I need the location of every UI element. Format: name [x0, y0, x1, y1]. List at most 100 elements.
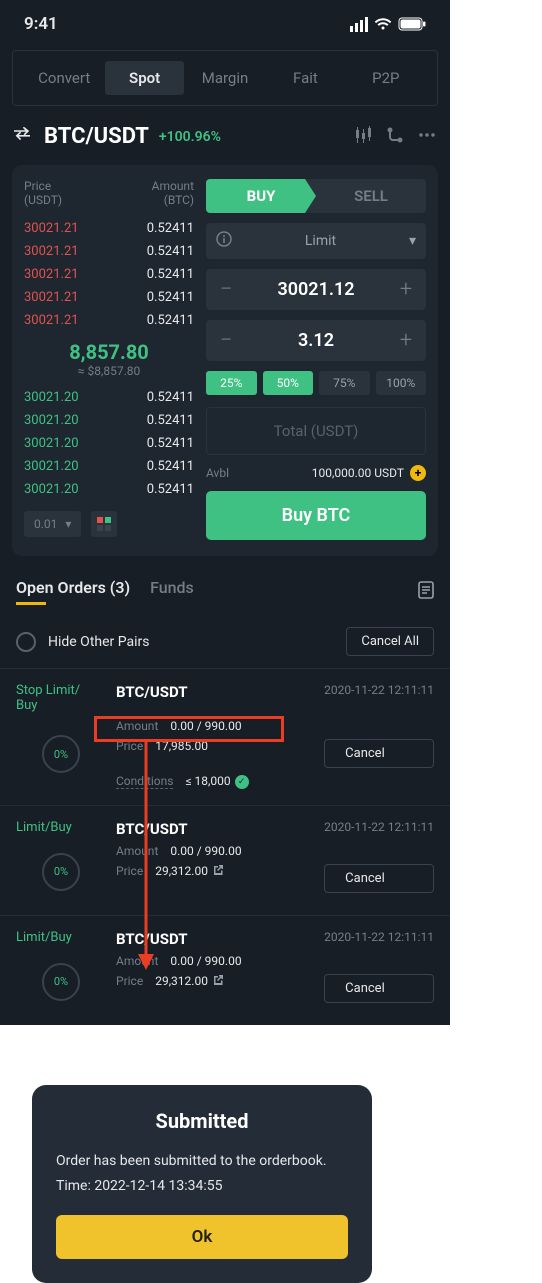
orderbook-row[interactable]: 30021.200.52411 — [24, 386, 194, 409]
order-field-label: Price — [116, 974, 143, 1003]
route-icon[interactable] — [386, 126, 404, 148]
amount-input[interactable]: − 3.12 + — [206, 320, 426, 361]
orderbook-row[interactable]: 30021.210.52411 — [24, 309, 194, 332]
trade-panel: Price (USDT) Amount (BTC) 30021.210.5241… — [12, 165, 438, 556]
order-progress: 0% — [42, 963, 80, 1001]
orderbook-row[interactable]: 30021.210.52411 — [24, 240, 194, 263]
modal-body: Order has been submitted to the orderboo… — [56, 1151, 348, 1172]
external-icon[interactable] — [212, 975, 224, 989]
mid-price-fiat: ≈ $8,857.80 — [24, 364, 194, 378]
pct-75[interactable]: 75% — [319, 371, 370, 395]
ob-amount: 0.52411 — [147, 459, 194, 474]
swap-icon[interactable] — [14, 127, 34, 147]
orderbook-row[interactable]: 30021.210.52411 — [24, 217, 194, 240]
mid-price: 8,857.80 ≈ $8,857.80 — [24, 340, 194, 378]
pct-100[interactable]: 100% — [376, 371, 427, 395]
mid-price-value: 8,857.80 — [24, 340, 194, 364]
pair-header: BTC/USDT +100.96% — [0, 114, 450, 159]
tab-convert[interactable]: Convert — [25, 61, 103, 95]
tab-fait[interactable]: Fait — [266, 61, 344, 95]
order-pair: BTC/USDT — [116, 930, 314, 948]
ob-price: 30021.21 — [24, 244, 79, 259]
price-input[interactable]: − 30021.12 + — [206, 269, 426, 310]
hide-pairs-radio[interactable] — [16, 632, 36, 652]
tick-size-value: 0.01 — [34, 517, 57, 531]
order-progress: 0% — [42, 735, 80, 773]
phone-frame: 9:41 ConvertSpotMarginFaitP2P BTC/USDT +… — [0, 0, 450, 1025]
orderbook: Price (USDT) Amount (BTC) 30021.210.5241… — [24, 179, 194, 540]
add-funds-icon[interactable]: + — [410, 465, 426, 481]
order-field: Conditions ≤ 18,000✓ — [116, 774, 314, 789]
total-input[interactable]: Total (USDT) — [206, 407, 426, 455]
plus-button[interactable]: + — [396, 277, 416, 302]
orderbook-row[interactable]: 30021.210.52411 — [24, 286, 194, 309]
order-type-select[interactable]: Limit ▾ — [206, 223, 426, 259]
orderbook-row[interactable]: 30021.20 0.52411 — [24, 455, 194, 478]
ob-amount: 0.52411 — [147, 267, 194, 282]
order-field-label: Conditions — [116, 774, 173, 789]
price-value: 30021.12 — [236, 279, 396, 300]
minus-button[interactable]: − — [216, 277, 236, 302]
ob-price: 30021.20 — [24, 459, 79, 474]
tab-funds[interactable]: Funds — [150, 578, 194, 605]
order-pair: BTC/USDT — [116, 683, 314, 713]
ob-price: 30021.20 — [24, 436, 79, 451]
order-field-label: Price — [116, 739, 143, 768]
more-icon[interactable] — [418, 126, 436, 148]
ob-price: 30021.21 — [24, 221, 79, 236]
ob-amount-header: Amount (BTC) — [152, 179, 194, 207]
order-item: Limit/BuyBTC/USDT2020-11-22 12:11:110%Am… — [0, 805, 450, 915]
external-icon[interactable] — [212, 865, 224, 879]
order-field-value: 17,985.00 — [155, 739, 208, 768]
pct-50[interactable]: 50% — [263, 371, 314, 395]
orderbook-row[interactable]: 30021.200.52411 — [24, 478, 194, 501]
plus-button[interactable]: + — [396, 328, 416, 353]
tick-size-select[interactable]: 0.01 ▾ — [24, 511, 81, 537]
chevron-down-icon: ▾ — [65, 517, 71, 531]
orderbook-row[interactable]: 30021.210.52411 — [24, 263, 194, 286]
percent-row: 25%50%75%100% — [206, 371, 426, 395]
signal-icon — [350, 17, 368, 32]
tab-p2p[interactable]: P2P — [347, 61, 425, 95]
submit-order-button[interactable]: Buy BTC — [206, 491, 426, 540]
ob-amount: 0.52411 — [147, 290, 194, 305]
order-field: Amount0.00 / 990.00 — [116, 719, 314, 733]
ob-amount: 0.52411 — [147, 390, 194, 405]
order-field-value: ≤ 18,000✓ — [185, 774, 248, 789]
sell-tab[interactable]: SELL — [316, 179, 426, 213]
orderbook-row[interactable]: 30021.200.52411 — [24, 409, 194, 432]
order-pair: BTC/USDT — [116, 820, 314, 838]
candles-icon[interactable] — [354, 126, 372, 148]
amount-value: 3.12 — [236, 330, 396, 351]
cancel-order-button[interactable]: Cancel — [324, 974, 434, 1003]
order-field-value: 29,312.00 — [155, 864, 224, 893]
document-icon[interactable] — [418, 581, 434, 603]
order-progress: 0% — [42, 853, 80, 891]
ob-price: 30021.21 — [24, 313, 79, 328]
status-bar: 9:41 — [0, 0, 450, 42]
price-change: +100.96% — [159, 129, 221, 145]
modal-ok-button[interactable]: Ok — [56, 1215, 348, 1259]
order-form: BUY SELL Limit ▾ − 30021.12 + − 3.12 + 2… — [206, 179, 426, 540]
orderbook-row[interactable]: 30021.200.52411 — [24, 432, 194, 455]
cancel-all-button[interactable]: Cancel All — [346, 627, 434, 656]
wifi-icon — [374, 17, 392, 31]
pair-symbol[interactable]: BTC/USDT — [44, 124, 149, 149]
check-icon: ✓ — [235, 775, 249, 789]
tab-margin[interactable]: Margin — [186, 61, 264, 95]
minus-button[interactable]: − — [216, 328, 236, 353]
tab-open-orders[interactable]: Open Orders (3) — [16, 578, 130, 605]
cancel-order-button[interactable]: Cancel — [324, 864, 434, 893]
order-type: Limit/Buy — [16, 820, 106, 838]
modal-time: Time: 2022-12-14 13:34:55 — [56, 1176, 348, 1197]
order-field-label: Amount — [116, 954, 158, 968]
buy-tab[interactable]: BUY — [206, 179, 316, 213]
cancel-order-button[interactable]: Cancel — [324, 739, 434, 768]
orderbook-view-toggle[interactable] — [91, 511, 117, 537]
hide-pairs-label: Hide Other Pairs — [48, 634, 150, 650]
pct-25[interactable]: 25% — [206, 371, 257, 395]
order-timestamp: 2020-11-22 12:11:11 — [324, 820, 434, 838]
order-item: Stop Limit/ BuyBTC/USDT2020-11-22 12:11:… — [0, 668, 450, 805]
order-timestamp: 2020-11-22 12:11:11 — [324, 683, 434, 713]
tab-spot[interactable]: Spot — [105, 61, 183, 95]
